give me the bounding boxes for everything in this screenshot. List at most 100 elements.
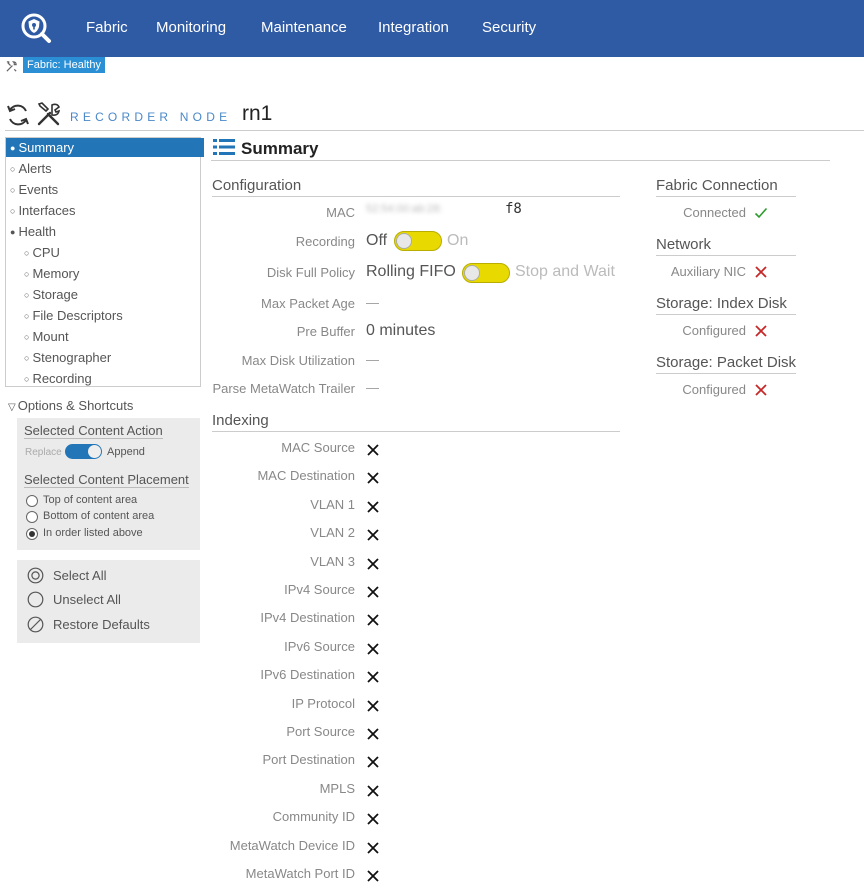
bullet-icon: ○	[10, 206, 16, 216]
max-packet-age-label: Max Packet Age	[261, 296, 355, 311]
list-icon	[213, 139, 235, 155]
sidebar-item-memory[interactable]: ○ Memory	[6, 264, 218, 283]
nav-integration[interactable]: Integration	[378, 19, 449, 36]
unselect-all-icon	[27, 591, 44, 608]
indexing-field-label: MetaWatch Device ID	[229, 837, 355, 853]
content-action-toggle[interactable]	[65, 444, 102, 459]
sidebar-item-cpu[interactable]: ○ CPU	[6, 243, 218, 262]
sidebar-item-mount[interactable]: ○ Mount	[6, 327, 218, 346]
indexing-field-label: Port Source	[286, 724, 355, 739]
sidebar-item-interfaces[interactable]: ○ Interfaces	[6, 201, 204, 220]
content-placement-title: Selected Content Placement	[24, 472, 189, 488]
recording-on-label: On	[447, 232, 469, 249]
configuration-heading: Configuration	[212, 177, 620, 197]
indexing-field-label: VLAN 2	[310, 525, 355, 541]
nav-security[interactable]: Security	[482, 19, 536, 36]
bullet-icon: ○	[24, 311, 30, 321]
indexing-field-label: VLAN 3	[310, 553, 355, 569]
indexing-field-label: Community ID	[272, 809, 355, 825]
sidebar-item-summary[interactable]: ● Summary	[6, 138, 204, 157]
toggle-knob	[396, 233, 412, 249]
nav-monitoring[interactable]: Monitoring	[156, 19, 226, 36]
storage-packet-disk-heading: Storage: Packet Disk	[656, 354, 796, 374]
parse-metawatch-value: —	[366, 380, 379, 395]
bullet-icon: ○	[10, 185, 16, 195]
sidebar-item-file-descriptors[interactable]: ○ File Descriptors	[6, 306, 218, 325]
disabled-x-icon	[367, 756, 379, 769]
check-icon	[754, 207, 768, 219]
disk-full-policy-toggle[interactable]	[462, 263, 510, 283]
disabled-x-icon	[367, 444, 379, 456]
error-x-icon	[755, 384, 767, 396]
error-x-icon	[755, 325, 767, 337]
sidebar-item-recording[interactable]: ○ Recording	[6, 369, 218, 388]
triangle-down-icon: ▽	[8, 402, 16, 413]
refresh-icon[interactable]	[5, 102, 31, 128]
shortcuts-panel: Select All Unselect All Restore Defaults	[17, 560, 200, 643]
indexing-field-label: MetaWatch Port ID	[245, 866, 355, 881]
indexing-field-label: IPv4 Destination	[260, 610, 355, 626]
mac-value: f8	[505, 201, 522, 217]
toggle-knob	[88, 445, 101, 458]
disabled-x-icon	[367, 614, 379, 627]
fabric-connection-heading: Fabric Connection	[656, 177, 796, 197]
sidebar-item-storage[interactable]: ○ Storage	[6, 285, 218, 304]
recording-off-label: Off	[366, 232, 388, 249]
pre-buffer-value: 0 minutes	[366, 322, 436, 339]
max-packet-age-value: —	[366, 295, 379, 310]
indexing-field-label: IPv4 Source	[284, 582, 355, 597]
top-nav-bar: Fabric Monitoring Maintenance Integratio…	[0, 0, 864, 57]
disabled-x-icon	[367, 586, 379, 598]
options-shortcuts-toggle[interactable]: ▽ Options & Shortcuts	[8, 398, 133, 413]
disabled-x-icon	[367, 501, 379, 513]
radio-label-in-order: In order listed above	[43, 527, 143, 539]
network-value: Auxiliary NIC	[670, 264, 746, 279]
indexing-heading: Indexing	[212, 412, 620, 432]
disabled-x-icon	[367, 870, 379, 882]
disabled-x-icon	[367, 671, 379, 683]
toggle-knob	[464, 265, 480, 281]
parse-metawatch-label: Parse MetaWatch Trailer	[212, 381, 355, 396]
bullet-icon: ○	[10, 164, 16, 174]
radio-top-of-content[interactable]	[26, 495, 38, 507]
app-logo-icon[interactable]	[20, 12, 52, 44]
storage-index-disk-heading: Storage: Index Disk	[656, 295, 796, 315]
content-action-off-label: Replace	[25, 447, 62, 458]
error-x-icon	[755, 266, 767, 278]
indexing-field-label: MAC Destination	[257, 468, 355, 484]
radio-label-bottom: Bottom of content area	[43, 510, 155, 522]
fabric-connection-value: Connected	[683, 205, 746, 220]
bullet-icon: ●	[10, 227, 16, 237]
sidebar-item-health[interactable]: ● Health	[6, 222, 204, 241]
bullet-icon: ○	[24, 332, 30, 342]
radio-in-order[interactable]	[26, 528, 38, 540]
storage-packet-disk-value: Configured	[682, 382, 746, 397]
page-title-bar: RECORDER NODE rn1	[5, 100, 864, 131]
sidebar-item-alerts[interactable]: ○ Alerts	[6, 159, 204, 178]
disabled-x-icon	[367, 813, 379, 825]
recording-toggle[interactable]	[394, 231, 442, 251]
tools-icon	[6, 61, 17, 72]
bullet-icon: ○	[24, 248, 30, 258]
bullet-icon: ○	[24, 269, 30, 279]
mac-obscured-value: 52:54:00:ab:28:	[366, 203, 443, 215]
network-heading: Network	[656, 236, 796, 256]
content-action-title: Selected Content Action	[24, 423, 163, 439]
max-disk-utilization-label: Max Disk Utilization	[241, 353, 355, 368]
mac-label: MAC	[326, 205, 355, 220]
disabled-x-icon	[367, 785, 379, 797]
wrench-screwdriver-icon[interactable]	[36, 101, 62, 127]
options-panel: Selected Content Action Replace Append S…	[17, 418, 200, 550]
indexing-field-label: MPLS	[319, 780, 355, 796]
nav-maintenance[interactable]: Maintenance	[261, 19, 347, 36]
disabled-x-icon	[367, 643, 379, 655]
radio-bottom-of-content[interactable]	[26, 511, 38, 523]
sidebar-item-stenographer[interactable]: ○ Stenographer	[6, 348, 218, 367]
status-badge[interactable]: Fabric: Healthy	[23, 57, 105, 73]
disabled-x-icon	[367, 472, 379, 485]
select-all-icon	[27, 567, 44, 584]
sidebar-item-events[interactable]: ○ Events	[6, 180, 204, 199]
nav-fabric[interactable]: Fabric	[86, 19, 128, 36]
indexing-field-label: MAC Source	[281, 440, 355, 455]
pre-buffer-label: Pre Buffer	[296, 324, 355, 339]
